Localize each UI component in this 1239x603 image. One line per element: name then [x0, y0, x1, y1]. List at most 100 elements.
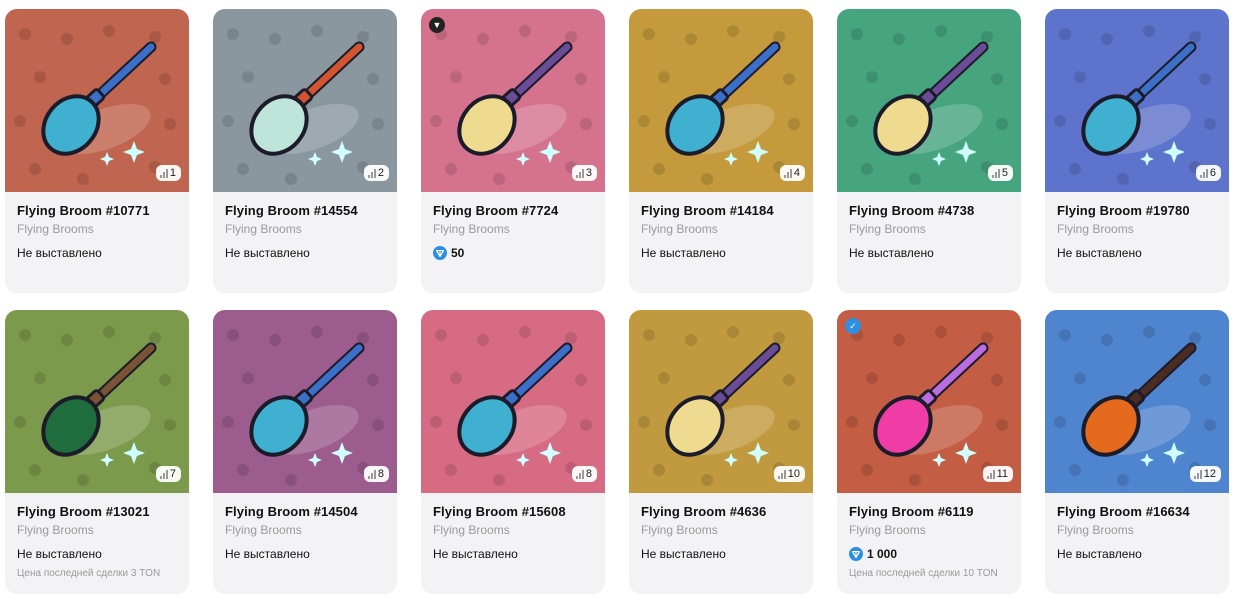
gift-title: Flying Broom #14504: [225, 504, 358, 519]
gift-card[interactable]: 1 Flying Broom #10771 Flying Brooms Не в…: [5, 9, 189, 293]
gift-image: 4: [629, 9, 813, 192]
listing-status: Не выставлено: [225, 547, 310, 561]
card-info: Flying Broom #14504 Flying Brooms Не выс…: [213, 493, 397, 562]
collection-name: Flying Brooms: [1057, 523, 1134, 537]
telegram-icon: ▼: [429, 17, 445, 33]
rank-badge: 10: [773, 466, 805, 482]
gift-title: Flying Broom #6119: [849, 504, 974, 519]
card-info: Flying Broom #4636 Flying Brooms Не выст…: [629, 493, 813, 562]
listing-status: Не выставлено: [641, 547, 726, 561]
signal-bars-icon: [783, 168, 792, 178]
gift-image: 7: [5, 310, 189, 493]
rank-number: 3: [585, 167, 592, 179]
gift-card[interactable]: 8 Flying Broom #14504 Flying Brooms Не в…: [213, 310, 397, 594]
signal-bars-icon: [575, 469, 584, 479]
listing-status: Не выставлено: [433, 547, 518, 561]
signal-bars-icon: [367, 168, 376, 178]
gift-card[interactable]: ▼ 3 Flying Broom #7724 Flying Brooms 50: [421, 9, 605, 293]
card-info: Flying Broom #6119 Flying Brooms 1 000 Ц…: [837, 493, 1021, 581]
gift-image: 2: [213, 9, 397, 192]
gift-title: Flying Broom #15608: [433, 504, 566, 519]
gift-card[interactable]: 2 Flying Broom #14554 Flying Brooms Не в…: [213, 9, 397, 293]
gift-title: Flying Broom #7724: [433, 203, 559, 218]
gift-card[interactable]: 6 Flying Broom #19780 Flying Brooms Не в…: [1045, 9, 1229, 293]
rank-badge: 8: [363, 466, 389, 482]
gift-card[interactable]: 5 Flying Broom #4738 Flying Brooms Не вы…: [837, 9, 1021, 293]
signal-bars-icon: [575, 168, 584, 178]
gift-title: Flying Broom #13021: [17, 504, 150, 519]
status-row: 50: [433, 245, 593, 261]
rank-number: 1: [169, 167, 176, 179]
card-info: Flying Broom #16634 Flying Brooms Не выс…: [1045, 493, 1229, 562]
signal-bars-icon: [991, 168, 1000, 178]
collection-name: Flying Brooms: [433, 222, 510, 236]
collection-name: Flying Brooms: [17, 222, 94, 236]
card-info: Flying Broom #14554 Flying Brooms Не выс…: [213, 192, 397, 261]
signal-bars-icon: [159, 168, 168, 178]
rank-number: 12: [1203, 468, 1216, 480]
rank-number: 5: [1001, 167, 1008, 179]
collection-name: Flying Brooms: [225, 523, 302, 537]
signal-bars-icon: [1199, 168, 1208, 178]
gift-image: ✓ 11: [837, 310, 1021, 493]
gift-card[interactable]: 7 Flying Broom #13021 Flying Brooms Не в…: [5, 310, 189, 594]
collection-name: Flying Brooms: [225, 222, 302, 236]
collection-name: Flying Brooms: [849, 523, 926, 537]
gift-card[interactable]: 10 Flying Broom #4636 Flying Brooms Не в…: [629, 310, 813, 594]
rank-badge: 8: [571, 466, 597, 482]
gift-image: 8: [421, 310, 605, 493]
ton-diamond-icon: [849, 547, 863, 561]
collection-name: Flying Brooms: [17, 523, 94, 537]
collection-name: Flying Brooms: [1057, 222, 1134, 236]
rank-badge: 11: [982, 466, 1013, 482]
status-row: Не выставлено: [1057, 546, 1217, 562]
collection-name: Flying Brooms: [433, 523, 510, 537]
last-sale-price: Цена последней сделки 3 TON: [17, 568, 161, 579]
card-info: Flying Broom #13021 Flying Brooms Не выс…: [5, 493, 189, 581]
listing-status: Не выставлено: [1057, 246, 1142, 260]
collection-name: Flying Brooms: [641, 523, 718, 537]
ton-diamond-icon: [433, 246, 447, 260]
gift-card[interactable]: 12 Flying Broom #16634 Flying Brooms Не …: [1045, 310, 1229, 594]
rank-badge: 4: [779, 165, 805, 181]
rank-badge: 5: [987, 165, 1013, 181]
gift-card[interactable]: 4 Flying Broom #14184 Flying Brooms Не в…: [629, 9, 813, 293]
listing-status: Не выставлено: [1057, 547, 1142, 561]
signal-bars-icon: [777, 469, 786, 479]
card-info: Flying Broom #15608 Flying Brooms Не выс…: [421, 493, 605, 562]
gift-title: Flying Broom #19780: [1057, 203, 1190, 218]
collection-name: Flying Brooms: [849, 222, 926, 236]
gift-image: ▼ 3: [421, 9, 605, 192]
card-info: Flying Broom #4738 Flying Brooms Не выст…: [837, 192, 1021, 261]
signal-bars-icon: [1193, 469, 1202, 479]
gift-image: 6: [1045, 9, 1229, 192]
rank-number: 6: [1209, 167, 1216, 179]
rank-badge: 7: [155, 466, 181, 482]
price-value: 50: [451, 246, 465, 260]
gift-card[interactable]: 8 Flying Broom #15608 Flying Brooms Не в…: [421, 310, 605, 594]
price-value: 1 000: [867, 547, 898, 561]
status-row: Не выставлено: [17, 546, 177, 562]
listing-status: Не выставлено: [849, 246, 934, 260]
gift-image: 5: [837, 9, 1021, 192]
status-row: Не выставлено: [17, 245, 177, 261]
verified-icon: ✓: [845, 318, 861, 334]
rank-number: 10: [787, 468, 800, 480]
signal-bars-icon: [986, 469, 995, 479]
gift-title: Flying Broom #4738: [849, 203, 975, 218]
gift-title: Flying Broom #10771: [17, 203, 150, 218]
rank-badge: 3: [571, 165, 597, 181]
rank-badge: 1: [155, 165, 181, 181]
listing-status: Не выставлено: [17, 547, 102, 561]
rank-number: 11: [996, 468, 1008, 480]
gift-image: 10: [629, 310, 813, 493]
status-row: Не выставлено: [641, 546, 801, 562]
card-info: Flying Broom #7724 Flying Brooms 50: [421, 192, 605, 261]
rank-number: 4: [793, 167, 800, 179]
gift-image: 12: [1045, 310, 1229, 493]
gift-image: 1: [5, 9, 189, 192]
gift-card[interactable]: ✓ 11 Flying Broom #6119 Flying Brooms 1 …: [837, 310, 1021, 594]
status-row: Не выставлено: [1057, 245, 1217, 261]
signal-bars-icon: [159, 469, 168, 479]
card-info: Flying Broom #14184 Flying Brooms Не выс…: [629, 192, 813, 261]
